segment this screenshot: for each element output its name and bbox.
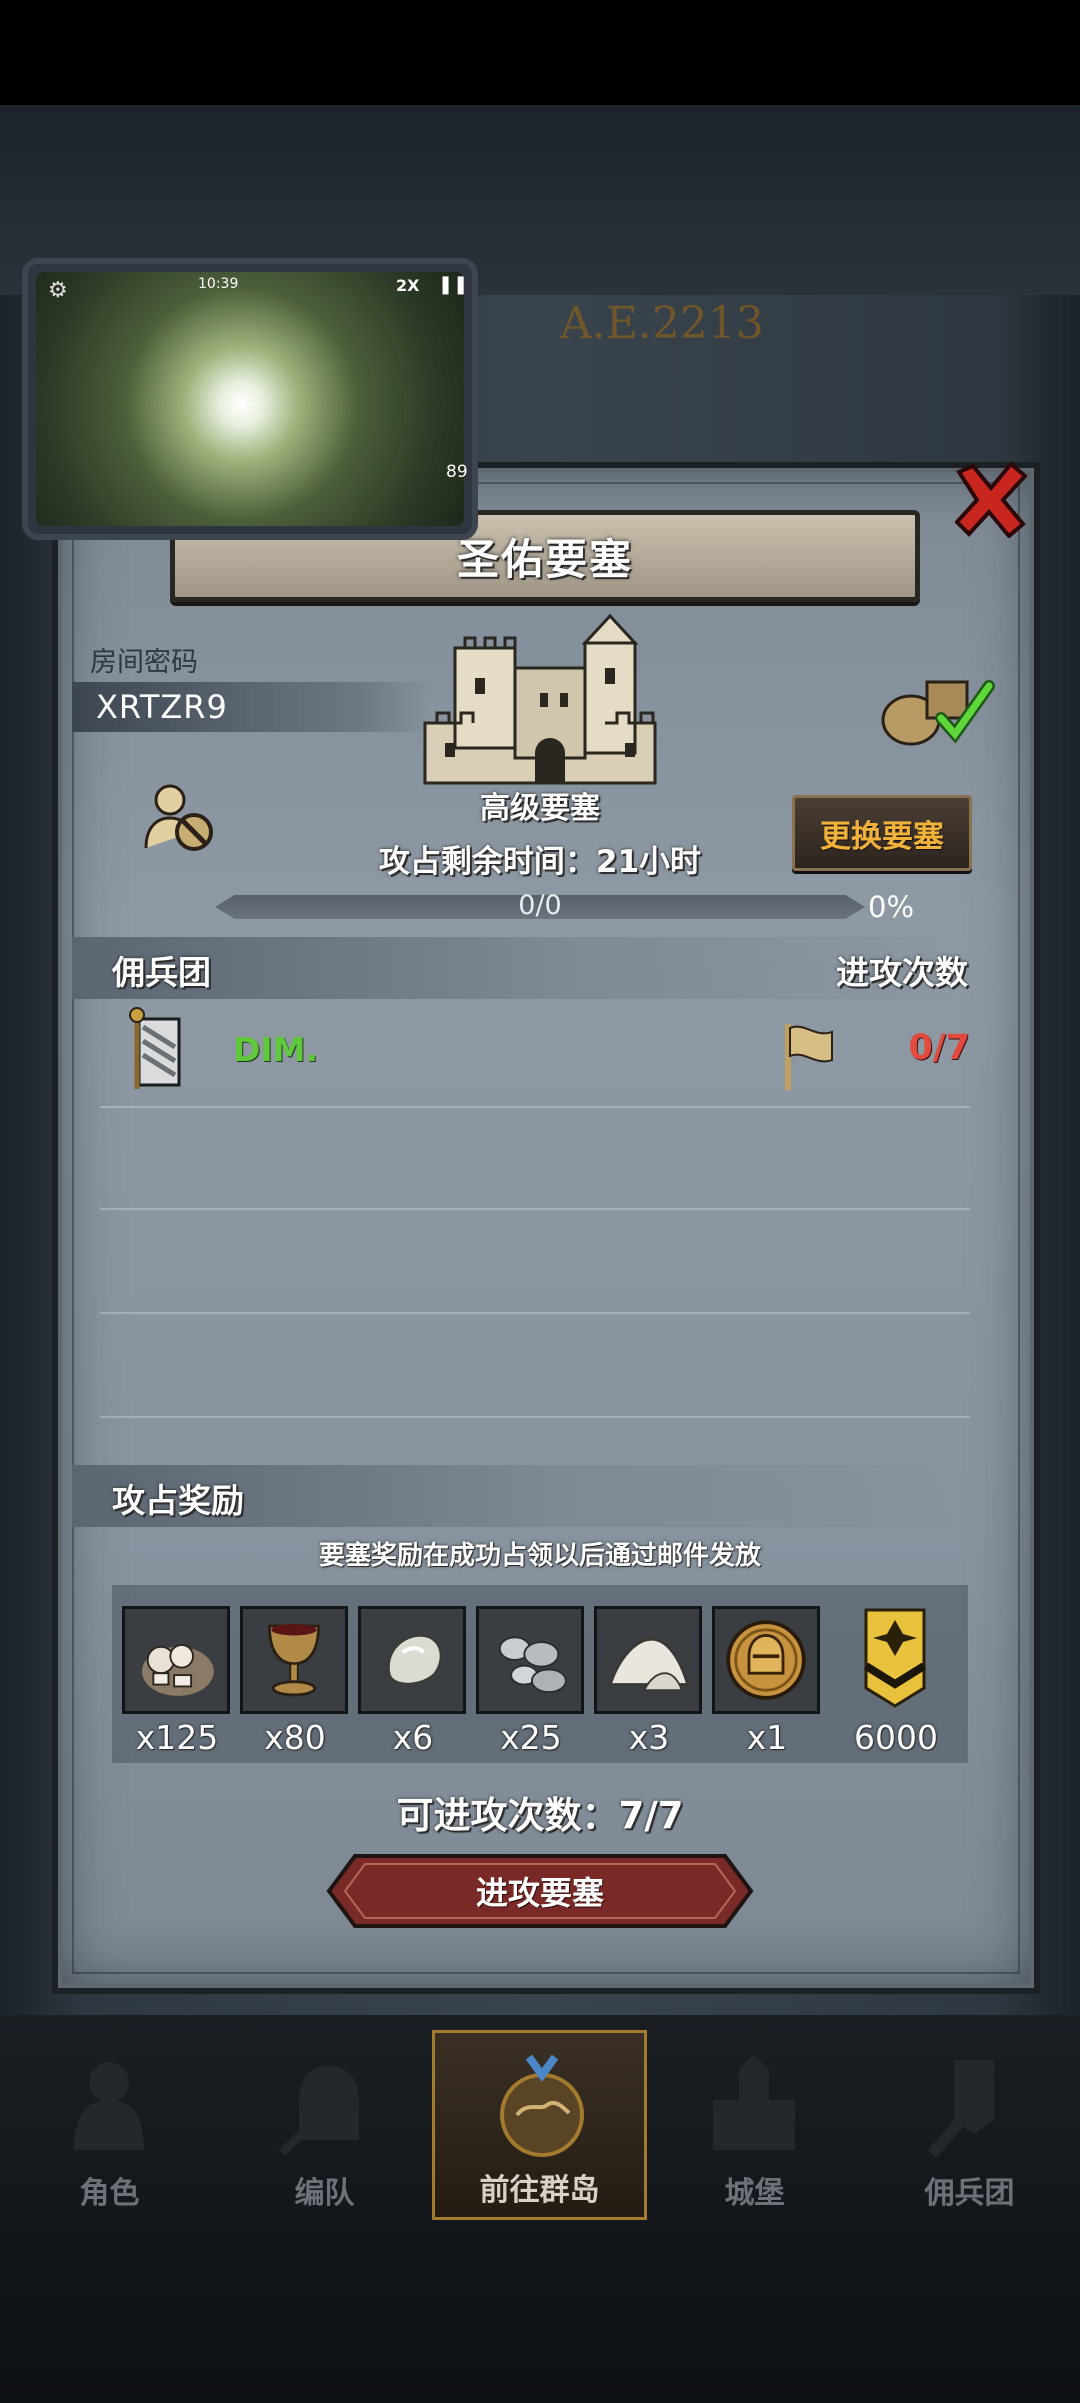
guild-name: DIM. bbox=[233, 1030, 319, 1069]
reward-count: x6 bbox=[392, 1718, 434, 1757]
nav-label: 编队 bbox=[294, 2176, 355, 2211]
formation-icon bbox=[279, 2066, 359, 2156]
attacks-remaining: 可进攻次数：7/7 bbox=[396, 1794, 684, 1837]
status-bar bbox=[0, 0, 1080, 105]
bottom-navigation: 角色 编队 前往群岛 城堡 佣兵团 bbox=[0, 2030, 1080, 2220]
rewards-note: 要塞奖励在成功占领以后通过邮件发放 bbox=[318, 1541, 761, 1571]
fortress-castle-icon bbox=[423, 613, 657, 785]
room-code-label: 房间密码 bbox=[90, 647, 198, 678]
goblet-icon bbox=[268, 1624, 320, 1697]
attack-fortress-button[interactable]: 进攻要塞 bbox=[325, 1852, 755, 1930]
nav-label: 角色 bbox=[79, 2176, 140, 2211]
empty-row bbox=[100, 1312, 970, 1314]
reward-slot-bandage-bundle[interactable] bbox=[122, 1606, 230, 1714]
pip-time: 10:39 bbox=[198, 276, 239, 292]
map-sign: A.E.2213 bbox=[560, 298, 764, 349]
silver-nuggets-icon bbox=[498, 1636, 567, 1694]
close-icon[interactable] bbox=[955, 462, 1027, 538]
pip-counter: 89 bbox=[446, 462, 468, 482]
nav-label: 佣兵团 bbox=[924, 2176, 1015, 2211]
mercenary-row[interactable]: DIM. 0/7 bbox=[100, 1002, 970, 1108]
nav-label: 前往群岛 bbox=[479, 2173, 600, 2208]
knight-helmet-coin-icon bbox=[726, 1620, 806, 1700]
islands-icon bbox=[500, 2054, 584, 2157]
salt-pile-icon bbox=[608, 1637, 690, 1692]
picture-in-picture-window[interactable]: ⚙ 10:39 2X ❚❚ 89 bbox=[22, 258, 478, 540]
rewards-header: 攻占奖励 bbox=[112, 1481, 244, 1520]
character-icon bbox=[74, 2062, 144, 2150]
attack-button-label: 进攻要塞 bbox=[475, 1874, 604, 1912]
pip-video bbox=[36, 272, 464, 526]
mercenary-header: 佣兵团 bbox=[112, 953, 211, 992]
bandage-bundle-icon bbox=[142, 1643, 214, 1696]
change-fortress-button[interactable]: 更换要塞 bbox=[792, 795, 972, 871]
guild-attack-count: 0/7 bbox=[908, 1028, 971, 1068]
reward-count: x3 bbox=[628, 1718, 670, 1757]
nav-label: 城堡 bbox=[724, 2176, 785, 2211]
reward-slot-helmet-coin[interactable] bbox=[712, 1606, 820, 1714]
nav-islands[interactable]: 前往群岛 bbox=[432, 2030, 647, 2220]
reward-slot-goblet[interactable] bbox=[240, 1606, 348, 1714]
fortress-level: 高级要塞 bbox=[480, 791, 600, 826]
nav-formation[interactable]: 编队 bbox=[217, 2030, 432, 2220]
reward-count: x80 bbox=[264, 1718, 326, 1757]
merit-points-value: 6000 bbox=[854, 1718, 938, 1757]
castle-icon bbox=[713, 2054, 795, 2150]
nav-mercenary[interactable]: 佣兵团 bbox=[862, 2030, 1077, 2220]
no-entry-person-icon[interactable] bbox=[142, 782, 218, 854]
attack-flag-icon bbox=[785, 1024, 833, 1090]
progress-percent: 0% bbox=[868, 890, 915, 924]
pip-settings-icon[interactable]: ⚙ bbox=[48, 278, 68, 303]
reward-count: x25 bbox=[500, 1718, 562, 1757]
reward-slot-pale-stone[interactable] bbox=[358, 1606, 466, 1714]
attack-count-header: 进攻次数 bbox=[836, 953, 968, 992]
nav-character[interactable]: 角色 bbox=[2, 2030, 217, 2220]
guild-banner-icon bbox=[129, 1007, 181, 1089]
room-code-value[interactable]: XRTZR9 bbox=[96, 688, 228, 726]
reward-count: x125 bbox=[135, 1718, 219, 1757]
empty-row bbox=[100, 1208, 970, 1210]
empty-row bbox=[100, 1416, 970, 1418]
pip-speed-button[interactable]: 2X bbox=[396, 276, 419, 295]
time-remaining: 攻占剩余时间：21小时 bbox=[378, 844, 702, 880]
pale-stone-icon bbox=[386, 1634, 443, 1686]
pip-pause-icon[interactable]: ❚❚ bbox=[438, 274, 468, 295]
reward-slot-silver-nuggets[interactable] bbox=[476, 1606, 584, 1714]
merit-points-banner-icon[interactable] bbox=[862, 1606, 928, 1710]
mercenary-icon bbox=[928, 2060, 994, 2158]
supply-bag-check-icon[interactable] bbox=[875, 668, 997, 748]
nav-castle[interactable]: 城堡 bbox=[647, 2030, 862, 2220]
reward-count: x1 bbox=[746, 1718, 788, 1757]
reward-slot-salt-pile[interactable] bbox=[594, 1606, 702, 1714]
progress-count: 0/0 bbox=[518, 890, 562, 921]
